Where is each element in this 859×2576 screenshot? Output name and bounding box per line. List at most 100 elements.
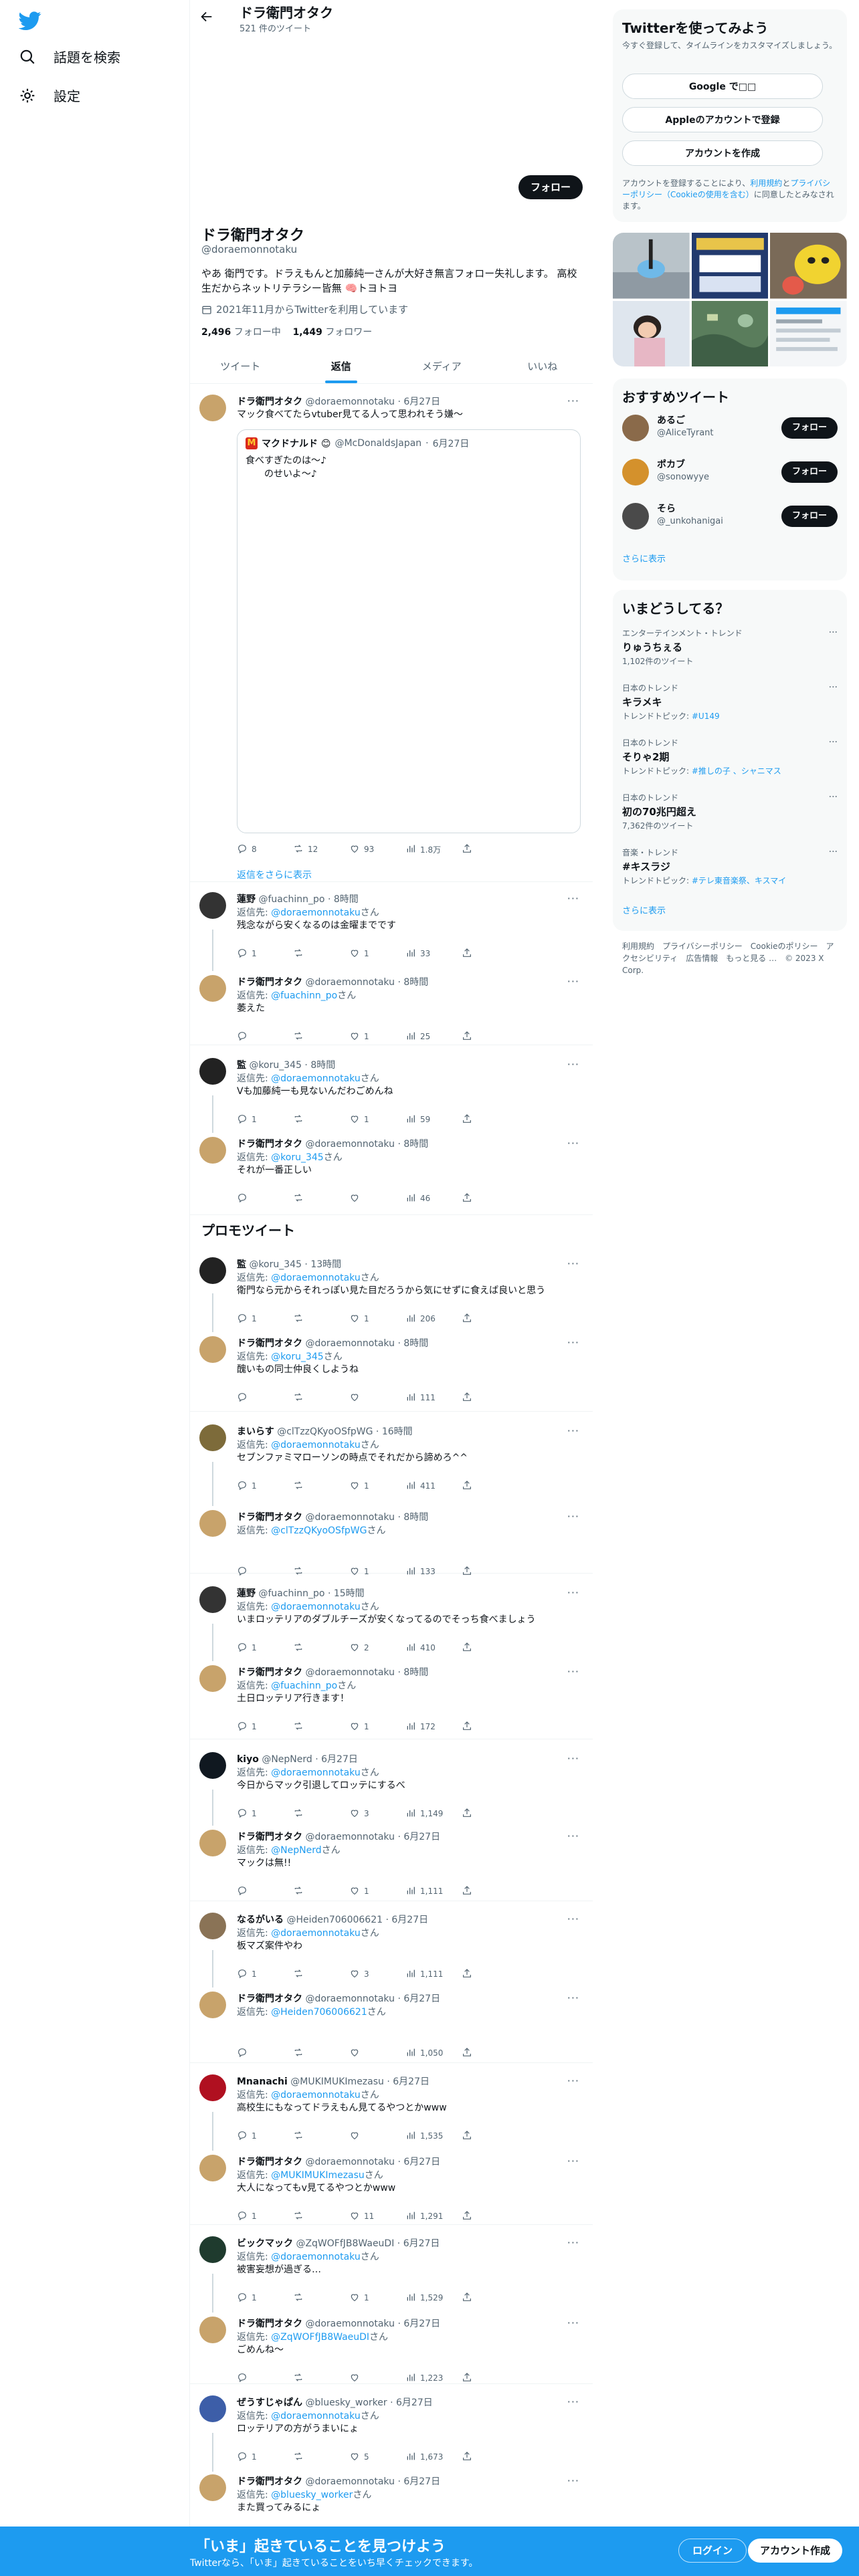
reply-to-handle[interactable]: @MUKIMUKImezasu: [271, 2170, 365, 2181]
avatar[interactable]: [199, 1665, 226, 1692]
media-grid[interactable]: [613, 233, 847, 366]
trend-topic-link[interactable]: #推しの子 、シャニマス: [692, 766, 781, 776]
reply-to-handle[interactable]: @doraemonnotaku: [271, 1440, 361, 1451]
more-icon[interactable]: ···: [567, 1257, 579, 1270]
share-action[interactable]: [462, 1641, 518, 1654]
more-icon[interactable]: ···: [567, 1752, 579, 1765]
share-action[interactable]: [462, 1192, 518, 1205]
like-action[interactable]: [349, 2371, 405, 2385]
views-action[interactable]: 59: [405, 1113, 462, 1126]
reply-action[interactable]: 1: [237, 1641, 293, 1654]
author-name[interactable]: なるがいる: [237, 1915, 284, 1925]
views-action[interactable]: 1,111: [405, 1885, 462, 1898]
views-action[interactable]: 1,050: [405, 2046, 462, 2060]
author-name[interactable]: 蓮野: [237, 894, 256, 905]
author-name[interactable]: ドラ衛門オタク: [237, 2157, 302, 2167]
share-action[interactable]: [462, 1391, 518, 1404]
author-name[interactable]: Mnanachi: [237, 2076, 288, 2087]
retweet-action[interactable]: [293, 947, 349, 960]
share-action[interactable]: [462, 2129, 518, 2143]
more-icon[interactable]: ···: [567, 892, 579, 905]
retweet-action[interactable]: [293, 1565, 349, 1578]
reply-to-handle[interactable]: @ZqWOFfJB8WaeuDI: [271, 2332, 369, 2343]
footer-links[interactable]: 利用規約 プライバシーポリシー Cookieのポリシー アクセシビリティ 広告情…: [622, 940, 836, 976]
avatar[interactable]: [199, 2074, 226, 2101]
views-action[interactable]: 25: [405, 1030, 462, 1043]
retweet-action[interactable]: [293, 1720, 349, 1733]
like-action[interactable]: 1: [349, 1885, 405, 1898]
author-name[interactable]: ドラ衛門オタク: [237, 1832, 302, 1842]
retweet-action[interactable]: [293, 1391, 349, 1404]
tweet-time[interactable]: 8時間: [403, 1139, 428, 1150]
more-icon[interactable]: ···: [567, 1058, 579, 1071]
google-signup-button[interactable]: Google で□□: [622, 74, 823, 99]
tweet-time[interactable]: 6月27日: [403, 2238, 440, 2249]
avatar[interactable]: [199, 1830, 226, 1856]
media-photo-1[interactable]: [613, 233, 690, 299]
retweet-action[interactable]: [293, 1479, 349, 1493]
tab-1[interactable]: 返信: [291, 349, 392, 383]
avatar[interactable]: [199, 1913, 226, 1939]
tweet-time[interactable]: 6月27日: [403, 1994, 440, 2004]
more-icon[interactable]: ···: [829, 737, 838, 748]
share-action[interactable]: [462, 947, 518, 960]
tweet-time[interactable]: 6月27日: [403, 1832, 440, 1842]
tab-0[interactable]: ツイート: [190, 349, 291, 383]
reply-action[interactable]: [237, 1885, 293, 1898]
reply-to-handle[interactable]: @koru_345: [271, 1152, 324, 1163]
avatar[interactable]: [199, 892, 226, 919]
reply-to-handle[interactable]: @doraemonnotaku: [271, 907, 361, 918]
more-icon[interactable]: ···: [567, 1336, 579, 1349]
share-action[interactable]: [462, 843, 518, 856]
avatar[interactable]: [199, 975, 226, 1002]
share-action[interactable]: [462, 2046, 518, 2060]
media-photo-2[interactable]: [691, 233, 769, 299]
tweet-time[interactable]: 16時間: [382, 1426, 413, 1437]
retweet-action[interactable]: [293, 1807, 349, 1820]
nav-settings[interactable]: 設定: [19, 86, 80, 105]
avatar[interactable]: [199, 395, 226, 421]
like-action[interactable]: 1: [349, 1479, 405, 1493]
author-name[interactable]: ドラ衛門オタク: [237, 977, 302, 988]
author-name[interactable]: ドラ衛門オタク: [237, 2319, 302, 2329]
twitter-bird-icon[interactable]: [19, 9, 41, 32]
tweet-time[interactable]: 6月27日: [393, 2076, 430, 2087]
retweet-action[interactable]: [293, 2450, 349, 2464]
retweet-action[interactable]: [293, 1030, 349, 1043]
reply-action[interactable]: [237, 1192, 293, 1205]
reply-to-handle[interactable]: @doraemonnotaku: [271, 2411, 361, 2422]
more-icon[interactable]: ···: [567, 2236, 579, 2249]
views-action[interactable]: 1,223: [405, 2371, 462, 2385]
reply-action[interactable]: 1: [237, 1479, 293, 1493]
reply-to-handle[interactable]: @doraemonnotaku: [271, 1767, 361, 1778]
views-action[interactable]: 1,291: [405, 2210, 462, 2223]
trend-item[interactable]: 日本のトレンド 初の70兆円超え 7,362件のツイート ···: [622, 792, 838, 831]
retweet-action[interactable]: [293, 2129, 349, 2143]
reply-to-handle[interactable]: @fuachinn_po: [271, 1681, 337, 1691]
share-action[interactable]: [462, 2371, 518, 2385]
like-action[interactable]: 1: [349, 1312, 405, 1325]
retweet-action[interactable]: [293, 1113, 349, 1126]
reply-action[interactable]: 1: [237, 1807, 293, 1820]
more-icon[interactable]: ···: [567, 1586, 579, 1599]
views-action[interactable]: 1,673: [405, 2450, 462, 2464]
tab-3[interactable]: いいね: [492, 349, 593, 383]
reply-to-handle[interactable]: @bluesky_worker: [271, 2490, 353, 2500]
create-account-button[interactable]: アカウントを作成: [622, 140, 823, 166]
login-button[interactable]: ログイン: [678, 2539, 747, 2563]
recommended-follow-button[interactable]: フォロー: [781, 417, 838, 439]
reply-action[interactable]: 1: [237, 2210, 293, 2223]
reply-to-handle[interactable]: @doraemonnotaku: [271, 1073, 361, 1084]
author-name[interactable]: ドラ衛門オタク: [237, 2476, 302, 2487]
like-action[interactable]: [349, 1391, 405, 1404]
more-icon[interactable]: ···: [567, 1992, 579, 2004]
reply-to-handle[interactable]: @clTzzQKyoOSfpWG: [271, 1525, 367, 1536]
tweet-time[interactable]: 6月27日: [391, 1915, 428, 1925]
recommended-follow-button[interactable]: フォロー: [781, 506, 838, 527]
like-action[interactable]: [349, 2046, 405, 2060]
share-action[interactable]: [462, 2450, 518, 2464]
following-link[interactable]: 2,496 フォロー中: [201, 327, 281, 338]
avatar[interactable]: [199, 1137, 226, 1164]
like-action[interactable]: 11: [349, 2210, 405, 2223]
share-action[interactable]: [462, 2291, 518, 2304]
